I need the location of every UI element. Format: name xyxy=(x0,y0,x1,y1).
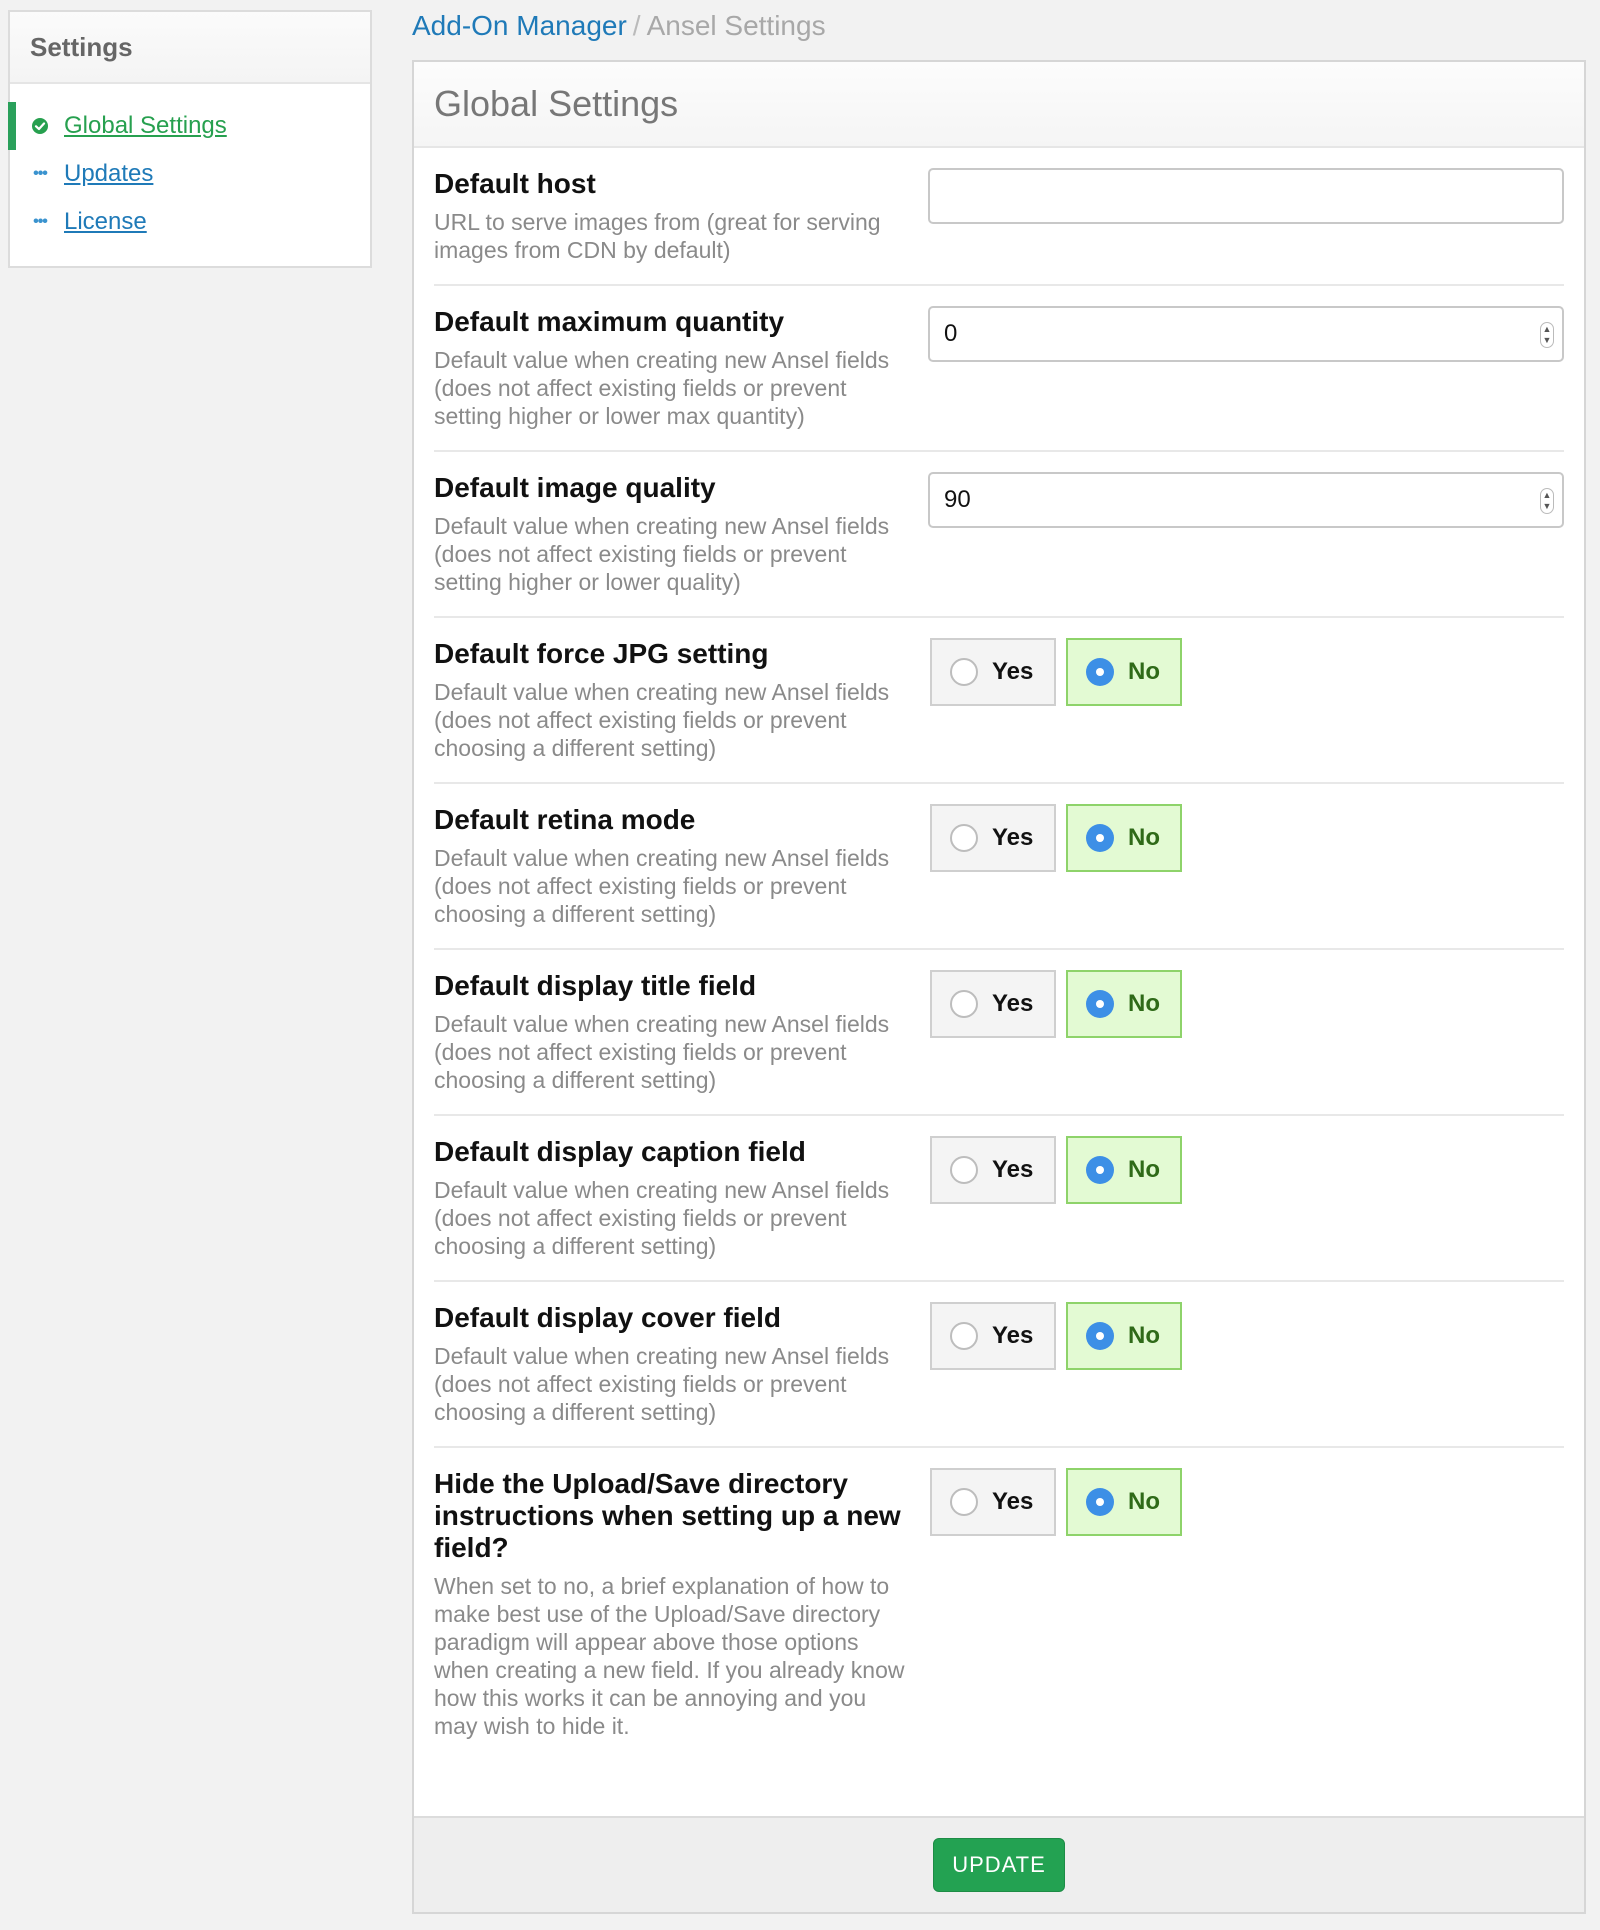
setting-row-hide-upload-instructions: Hide the Upload/Save directory instructi… xyxy=(434,1448,1564,1760)
radio-unchecked-icon[interactable] xyxy=(950,824,978,852)
force-jpg-no-option[interactable]: No xyxy=(1066,638,1182,706)
setting-description: Default value when creating new Ansel fi… xyxy=(434,347,890,429)
hide-upload-instructions-radio-group: Yes No xyxy=(930,1468,1564,1536)
sidebar-item-label[interactable]: Updates xyxy=(64,160,153,188)
form-footer: UPDATE xyxy=(414,1816,1584,1912)
radio-checked-icon[interactable] xyxy=(1086,1156,1114,1184)
radio-unchecked-icon[interactable] xyxy=(950,1488,978,1516)
radio-checked-icon[interactable] xyxy=(1086,658,1114,686)
sidebar-item-global-settings[interactable]: Global Settings xyxy=(8,102,370,150)
setting-title: Default image quality xyxy=(434,472,716,503)
number-spinner-icon[interactable]: ▲ ▼ xyxy=(1540,488,1554,514)
image-quality-value: 90 xyxy=(944,486,971,513)
sidebar: Settings Global Settings ••• Updates •••… xyxy=(8,10,372,268)
sidebar-item-label[interactable]: Global Settings xyxy=(64,112,227,140)
setting-description: Default value when creating new Ansel fi… xyxy=(434,845,890,927)
setting-description: Default value when creating new Ansel fi… xyxy=(434,679,890,761)
display-caption-radio-group: Yes No xyxy=(930,1136,1564,1204)
dots-icon: ••• xyxy=(33,213,48,230)
setting-description: Default value when creating new Ansel fi… xyxy=(434,1177,890,1259)
radio-label: No xyxy=(1128,1488,1160,1515)
radio-label: No xyxy=(1128,824,1160,851)
breadcrumb-separator: / xyxy=(632,10,641,41)
radio-checked-icon[interactable] xyxy=(1086,1488,1114,1516)
setting-row-max-quantity: Default maximum quantity Default value w… xyxy=(434,286,1564,452)
radio-label: No xyxy=(1128,990,1160,1017)
breadcrumb-current: Ansel Settings xyxy=(646,10,826,41)
radio-label: Yes xyxy=(992,1156,1034,1183)
setting-description: When set to no, a brief explanation of h… xyxy=(434,1573,905,1739)
hide-upload-instructions-no-option[interactable]: No xyxy=(1066,1468,1182,1536)
setting-title: Default host xyxy=(434,168,596,199)
breadcrumb: Add-On Manager / Ansel Settings xyxy=(412,8,826,44)
sidebar-item-label[interactable]: License xyxy=(64,208,147,236)
setting-title: Hide the Upload/Save directory instructi… xyxy=(434,1468,901,1563)
hide-upload-instructions-yes-option[interactable]: Yes xyxy=(930,1468,1056,1536)
setting-title: Default maximum quantity xyxy=(434,306,785,337)
radio-checked-icon[interactable] xyxy=(1086,990,1114,1018)
setting-row-retina-mode: Default retina mode Default value when c… xyxy=(434,784,1564,950)
sidebar-nav: Global Settings ••• Updates ••• License xyxy=(8,84,370,246)
retina-mode-no-option[interactable]: No xyxy=(1066,804,1182,872)
setting-title: Default force JPG setting xyxy=(434,638,769,669)
sidebar-item-updates[interactable]: ••• Updates xyxy=(10,150,370,198)
force-jpg-radio-group: Yes No xyxy=(930,638,1564,706)
sidebar-item-license[interactable]: ••• License xyxy=(10,198,370,246)
radio-unchecked-icon[interactable] xyxy=(950,1156,978,1184)
setting-row-display-title: Default display title field Default valu… xyxy=(434,950,1564,1116)
display-title-radio-group: Yes No xyxy=(930,970,1564,1038)
setting-row-default-host: Default host URL to serve images from (g… xyxy=(434,148,1564,286)
image-quality-input[interactable]: 90 ▲ ▼ xyxy=(928,472,1564,528)
settings-form: Default host URL to serve images from (g… xyxy=(414,148,1584,1760)
radio-label: Yes xyxy=(992,1322,1034,1349)
display-cover-no-option[interactable]: No xyxy=(1066,1302,1182,1370)
setting-title: Default display title field xyxy=(434,970,757,1001)
radio-label: Yes xyxy=(992,990,1034,1017)
max-quantity-input[interactable]: 0 ▲ ▼ xyxy=(928,306,1564,362)
force-jpg-yes-option[interactable]: Yes xyxy=(930,638,1056,706)
default-host-input[interactable] xyxy=(928,168,1564,224)
display-caption-no-option[interactable]: No xyxy=(1066,1136,1182,1204)
display-caption-yes-option[interactable]: Yes xyxy=(930,1136,1056,1204)
radio-unchecked-icon[interactable] xyxy=(950,1322,978,1350)
setting-description: Default value when creating new Ansel fi… xyxy=(434,1343,890,1425)
update-button[interactable]: UPDATE xyxy=(933,1838,1065,1892)
setting-title: Default retina mode xyxy=(434,804,696,835)
display-title-no-option[interactable]: No xyxy=(1066,970,1182,1038)
radio-label: Yes xyxy=(992,1488,1034,1515)
check-circle-icon xyxy=(30,117,50,135)
radio-checked-icon[interactable] xyxy=(1086,824,1114,852)
setting-description: Default value when creating new Ansel fi… xyxy=(434,1011,890,1093)
radio-unchecked-icon[interactable] xyxy=(950,658,978,686)
setting-description: URL to serve images from (great for serv… xyxy=(434,209,881,263)
setting-row-display-cover: Default display cover field Default valu… xyxy=(434,1282,1564,1448)
radio-unchecked-icon[interactable] xyxy=(950,990,978,1018)
dots-icon: ••• xyxy=(33,165,48,182)
sidebar-title: Settings xyxy=(10,12,370,84)
settings-panel: Global Settings Default host URL to serv… xyxy=(412,60,1586,1914)
display-cover-yes-option[interactable]: Yes xyxy=(930,1302,1056,1370)
retina-mode-yes-option[interactable]: Yes xyxy=(930,804,1056,872)
setting-description: Default value when creating new Ansel fi… xyxy=(434,513,890,595)
setting-title: Default display caption field xyxy=(434,1136,806,1167)
display-cover-radio-group: Yes No xyxy=(930,1302,1564,1370)
radio-checked-icon[interactable] xyxy=(1086,1322,1114,1350)
radio-label: Yes xyxy=(992,824,1034,851)
radio-label: No xyxy=(1128,658,1160,685)
radio-label: No xyxy=(1128,1322,1160,1349)
setting-row-force-jpg: Default force JPG setting Default value … xyxy=(434,618,1564,784)
breadcrumb-link-addon-manager[interactable]: Add-On Manager xyxy=(412,10,627,41)
setting-row-image-quality: Default image quality Default value when… xyxy=(434,452,1564,618)
max-quantity-value: 0 xyxy=(944,320,958,347)
radio-label: No xyxy=(1128,1156,1160,1183)
number-spinner-icon[interactable]: ▲ ▼ xyxy=(1540,322,1554,348)
retina-mode-radio-group: Yes No xyxy=(930,804,1564,872)
setting-title: Default display cover field xyxy=(434,1302,781,1333)
display-title-yes-option[interactable]: Yes xyxy=(930,970,1056,1038)
setting-row-display-caption: Default display caption field Default va… xyxy=(434,1116,1564,1282)
page-title: Global Settings xyxy=(414,62,1584,148)
radio-label: Yes xyxy=(992,658,1034,685)
